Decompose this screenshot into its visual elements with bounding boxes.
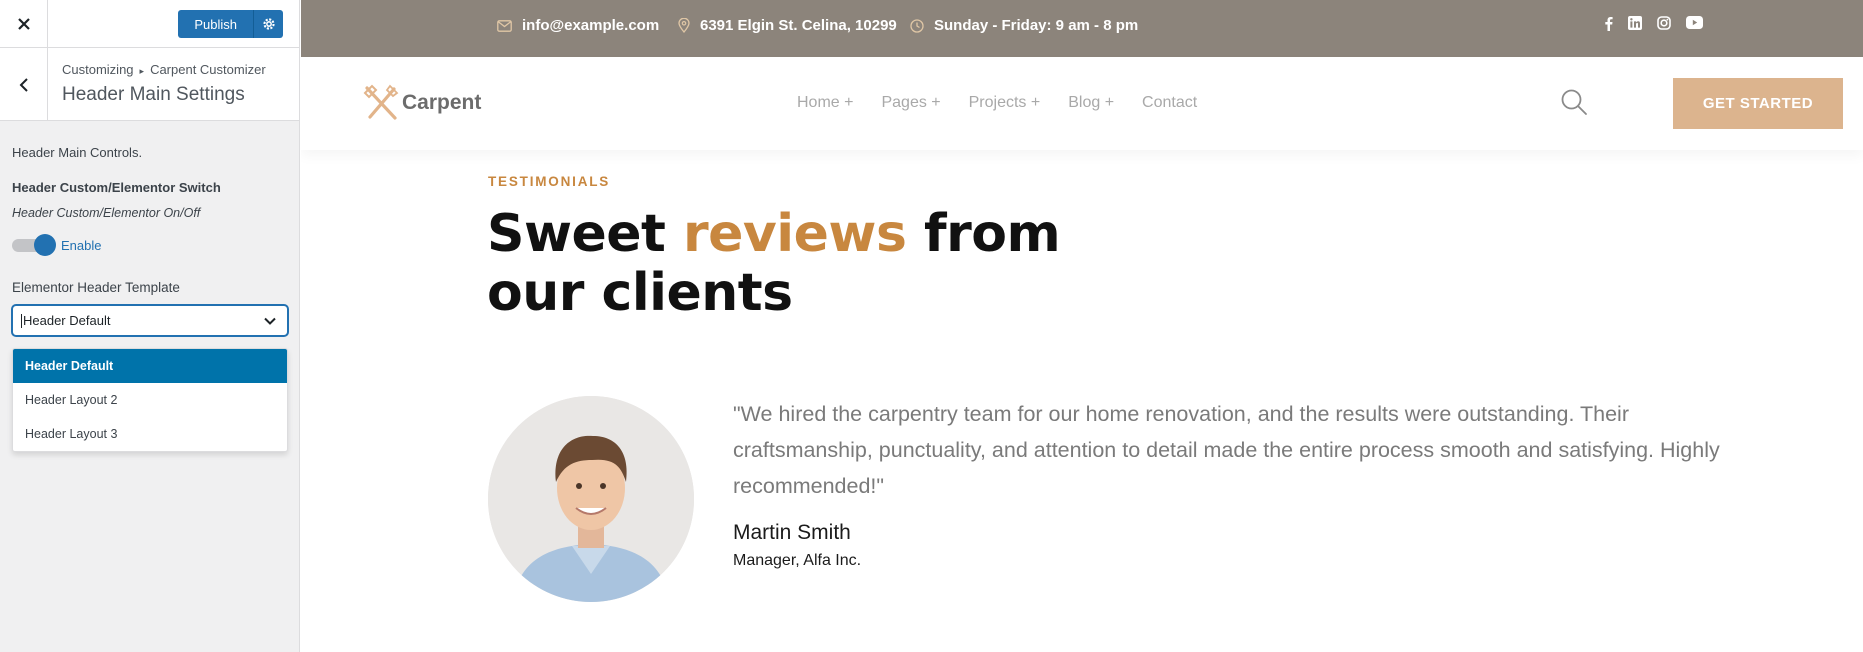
nav-search-button[interactable] [1560,88,1588,121]
location-pin-icon [678,18,690,33]
hours-text: Sunday - Friday: 9 am - 8 pm [934,17,1139,34]
gear-icon [262,18,275,30]
main-menu: Home + Pages + Projects + Blog + Contact [797,94,1225,112]
header-template-select[interactable]: Header Default [12,305,288,336]
email-text: info@example.com [522,17,660,34]
address-text: 6391 Elgin St. Celina, 10299 [700,17,897,34]
toggle-knob [34,234,56,256]
menu-item-blog[interactable]: Blog + [1068,94,1114,112]
site-logo[interactable]: Carpent [363,84,481,122]
back-button[interactable] [0,48,48,121]
publish-button[interactable]: Publish [178,10,253,38]
close-icon [17,18,30,30]
customizer-header: Publish [0,0,299,48]
client-portrait-image [488,396,694,602]
customizer-sidebar: Publish Customizing ▸ Carpent Customizer H… [0,0,300,652]
chevron-left-icon [19,77,28,92]
breadcrumb-root: Customizing [62,62,134,77]
option-header-layout-3[interactable]: Header Layout 3 [13,417,287,451]
site-navbar: Carpent Home + Pages + Projects + Blog +… [301,57,1863,150]
menu-item-projects[interactable]: Projects + [969,94,1041,112]
section-eyebrow: TESTIMONIALS [488,174,611,189]
clock-icon [910,18,924,33]
panel-title: Header Main Settings [62,84,245,105]
enable-toggle[interactable] [12,234,56,256]
topbar-email[interactable]: info@example.com [497,17,659,34]
chevron-down-icon [264,317,276,325]
switch-row: Enable [12,234,287,256]
client-avatar [488,396,694,602]
panel-body: Header Main Controls. Header Custom/Elem… [0,145,299,452]
breadcrumb: Customizing ▸ Carpent Customizer [62,62,266,77]
menu-item-contact[interactable]: Contact [1142,94,1197,112]
testimonial-author: Martin Smith [733,521,851,544]
section-heading: Sweet reviews from our clients [487,204,1061,323]
youtube-link[interactable] [1686,16,1703,31]
text-cursor [21,313,22,328]
social-links [1589,16,1703,31]
toggle-label: Enable [61,237,102,253]
linkedin-link[interactable] [1628,16,1642,31]
publish-group: Publish [178,10,283,38]
heading-line-2: our clients [487,263,793,323]
controls-description: Header Main Controls. [12,145,143,160]
breadcrumb-separator-icon: ▸ [139,66,145,76]
facebook-link[interactable] [1604,16,1613,31]
close-customizer-button[interactable] [0,0,48,48]
logo-text: Carpent [402,91,482,114]
instagram-link[interactable] [1657,16,1671,31]
menu-item-home[interactable]: Home + [797,94,853,112]
breadcrumb-section: Carpent Customizer [150,62,266,77]
heading-part-1: Sweet [487,204,683,264]
option-header-default[interactable]: Header Default [13,349,287,383]
get-started-button[interactable]: GET STARTED [1673,78,1843,129]
instagram-icon [1657,16,1671,30]
template-dropdown-list: Header Default Header Layout 2 Header La… [12,348,288,452]
menu-item-pages[interactable]: Pages + [881,94,940,112]
switch-control-description: Header Custom/Elementor On/Off [12,206,201,220]
carpent-logo-icon [363,84,399,120]
site-topbar: info@example.com 6391 Elgin St. Celina, … [301,0,1863,57]
option-header-layout-2[interactable]: Header Layout 2 [13,383,287,417]
template-control-title: Elementor Header Template [12,280,180,295]
topbar-hours: Sunday - Friday: 9 am - 8 pm [910,17,1138,34]
youtube-icon [1686,16,1703,29]
site-preview: info@example.com 6391 Elgin St. Celina, … [301,0,1863,652]
select-value: Header Default [23,313,111,328]
facebook-icon [1605,17,1613,31]
panel-header: Customizing ▸ Carpent Customizer Header Ma… [0,48,299,121]
linkedin-icon [1628,16,1642,30]
search-icon [1561,89,1587,115]
switch-control-title: Header Custom/Elementor Switch [12,180,221,195]
heading-accent: reviews [683,204,907,264]
testimonial-role: Manager, Alfa Inc. [733,552,862,569]
heading-part-2: from [906,204,1061,264]
topbar-address: 6391 Elgin St. Celina, 10299 [678,17,897,34]
testimonial-quote: "We hired the carpentry team for our hom… [733,402,1720,498]
envelope-icon [497,19,512,32]
publish-settings-button[interactable] [253,10,283,38]
